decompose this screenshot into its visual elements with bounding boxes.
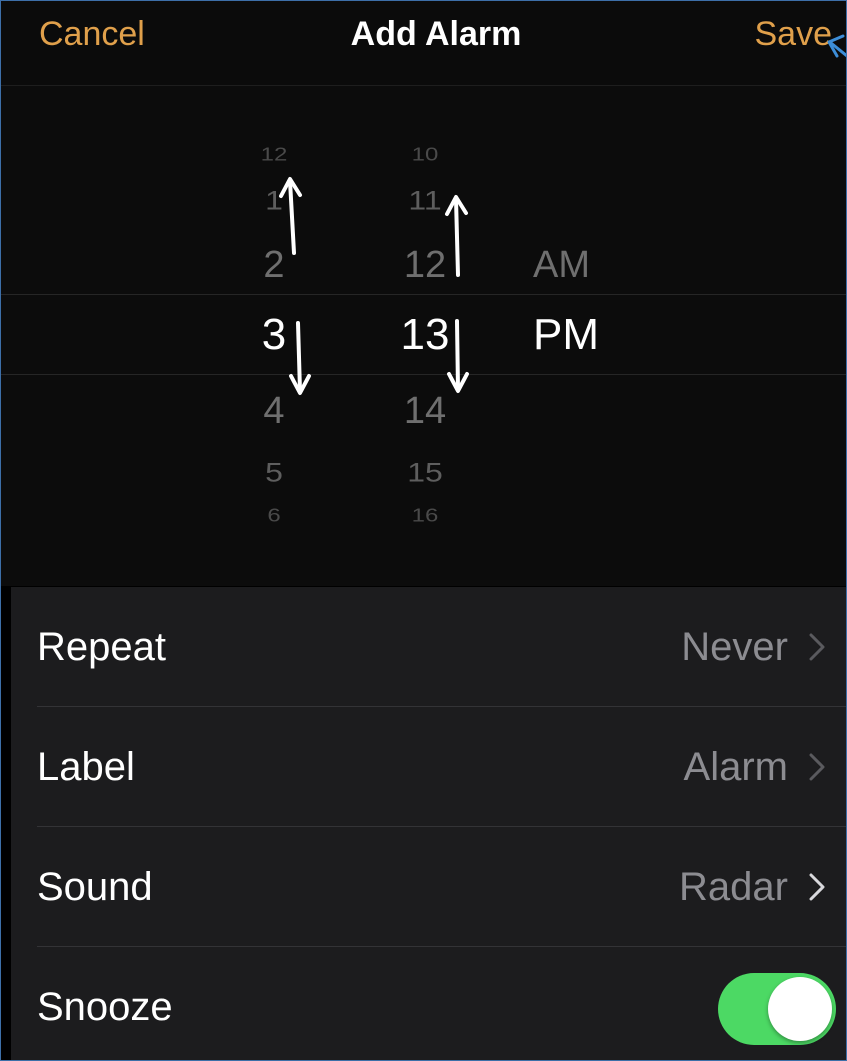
page-title: Add Alarm: [350, 15, 522, 53]
chevron-right-icon: [809, 633, 825, 661]
row-label: Snooze: [37, 985, 173, 1029]
chevron-right-icon: [809, 873, 825, 901]
alarm-settings-list: Repeat Never Label Alarm Sound Radar Sno…: [11, 587, 846, 1060]
period-option[interactable]: AM: [533, 246, 653, 284]
hour-option[interactable]: 2: [234, 246, 314, 284]
hour-option-selected[interactable]: 3: [234, 313, 314, 357]
hour-option[interactable]: 6: [234, 507, 314, 525]
nav-bar: Cancel Add Alarm Save: [1, 1, 846, 86]
minute-option[interactable]: 15: [385, 458, 465, 485]
hour-option[interactable]: 1: [234, 186, 314, 213]
row-label: Label: [37, 745, 135, 789]
minute-option[interactable]: 12: [385, 246, 465, 284]
sound-row[interactable]: Sound Radar: [11, 827, 846, 947]
row-label: Sound: [37, 865, 153, 909]
chevron-right-icon: [809, 753, 825, 781]
minute-option-selected[interactable]: 13: [385, 313, 465, 357]
time-picker[interactable]: 12 1 2 3 4 5 6 10 11 12 13 14 15 16 AM P…: [1, 86, 846, 586]
row-value: Radar: [679, 865, 788, 909]
label-row[interactable]: Label Alarm: [11, 707, 846, 827]
minute-option[interactable]: 10: [385, 146, 465, 164]
toggle-knob: [768, 977, 832, 1041]
snooze-toggle[interactable]: [718, 973, 836, 1045]
minute-option[interactable]: 14: [385, 392, 465, 430]
picker-selection-top-line: [1, 294, 846, 295]
hour-option[interactable]: 12: [234, 146, 314, 164]
minute-option[interactable]: 11: [385, 186, 465, 213]
row-label: Repeat: [37, 625, 166, 669]
row-value: Alarm: [683, 745, 788, 789]
period-option-selected[interactable]: PM: [533, 313, 653, 357]
repeat-row[interactable]: Repeat Never: [11, 587, 846, 707]
alarm-screen: Cancel Add Alarm Save 12 1 2 3 4 5 6 10 …: [0, 0, 847, 1061]
hour-option[interactable]: 4: [234, 392, 314, 430]
hour-option[interactable]: 5: [234, 458, 314, 485]
snooze-row: Snooze: [11, 947, 846, 1060]
save-button[interactable]: Save: [755, 15, 833, 54]
picker-selection-bottom-line: [1, 374, 846, 375]
minute-option[interactable]: 16: [385, 507, 465, 525]
row-value: Never: [681, 625, 788, 669]
